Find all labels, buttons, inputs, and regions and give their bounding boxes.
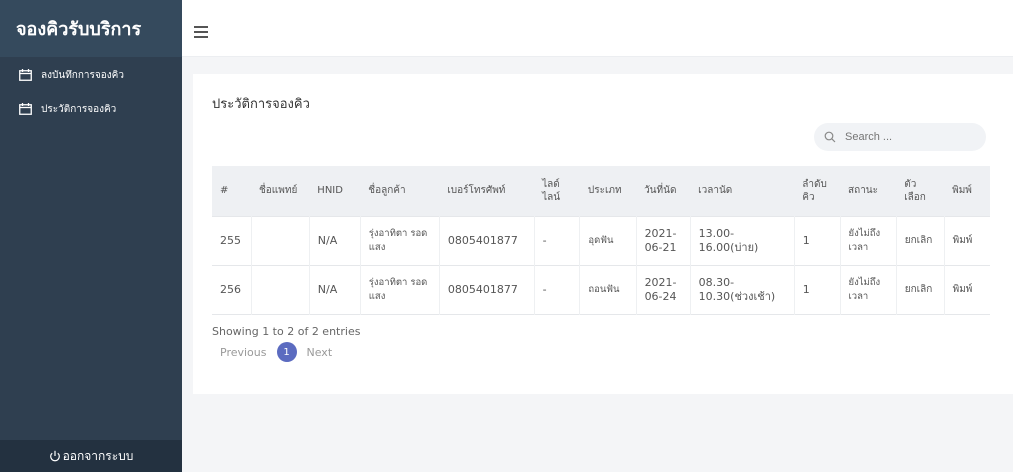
app-brand[interactable]: จองคิวรับบริการ [0, 0, 182, 57]
cell-time: 13.00-16.00(บ่าย) [690, 216, 795, 265]
sidebar-item-queue-history[interactable]: ประวัติการจองคิว [0, 97, 182, 121]
column-header[interactable]: เบอร์โทรศัพท์ [439, 166, 534, 216]
topbar [182, 0, 1013, 57]
column-header[interactable]: ลำดับคิว [794, 166, 840, 216]
search-input[interactable] [843, 130, 977, 144]
cell-doctor [251, 216, 310, 265]
cell-phone: 0805401877 [439, 265, 535, 314]
pagination: Previous 1 Next [220, 342, 332, 362]
cell-type: อุดฟัน [579, 216, 637, 265]
page-1-button[interactable]: 1 [276, 342, 297, 362]
logout-button[interactable]: ออกจากระบบ [0, 440, 182, 472]
cell-phone: 0805401877 [439, 216, 535, 265]
column-header[interactable]: HNID [309, 166, 360, 216]
cell-type: ถอนฟัน [579, 265, 637, 314]
power-icon [49, 450, 60, 462]
cancel-button[interactable]: ยกเลิก [896, 216, 945, 265]
print-button[interactable]: พิมพ์ [944, 216, 990, 265]
sidebar-item-book-queue[interactable]: ลงบันทึกการจองคิว [0, 63, 182, 87]
calendar-icon [19, 103, 32, 115]
hamburger-icon[interactable] [194, 26, 208, 38]
cell-line: - [534, 265, 581, 314]
cell-status: ยังไม่ถึงเวลา [840, 216, 897, 265]
cell-hnid: N/A [309, 216, 361, 265]
cell-doctor [251, 265, 310, 314]
cell-status: ยังไม่ถึงเวลา [840, 265, 897, 314]
column-header[interactable]: ชื่อลูกค้า [360, 166, 439, 216]
column-header[interactable]: ประเภท [580, 166, 636, 216]
cell-date: 2021-06-21 [636, 216, 691, 265]
search-box[interactable] [814, 123, 986, 151]
search-icon [824, 131, 836, 143]
table-header-row: # ชื่อแพทย์ HNID ชื่อลูกค้า เบอร์โทรศัพท… [212, 166, 990, 216]
cell-customer: รุ่งอาทิตา รอดแสง [360, 216, 440, 265]
sidebar-item-label: ลงบันทึกการจองคิว [41, 69, 124, 81]
column-header[interactable]: ตัวเลือก [896, 166, 944, 216]
column-header[interactable]: ชื่อแพทย์ [251, 166, 309, 216]
cell-customer: รุ่งอาทิตา รอดแสง [360, 265, 440, 314]
table-info: Showing 1 to 2 of 2 entries [212, 325, 361, 338]
booking-history-table: # ชื่อแพทย์ HNID ชื่อลูกค้า เบอร์โทรศัพท… [212, 166, 990, 315]
column-header[interactable]: เวลานัด [690, 166, 794, 216]
cancel-button[interactable]: ยกเลิก [896, 265, 945, 314]
column-header[interactable]: สถานะ [840, 166, 896, 216]
page-title: ประวัติการจองคิว [212, 97, 310, 112]
next-button[interactable]: Next [307, 346, 333, 359]
cell-time: 08.30-10.30(ช่วงเช้า) [690, 265, 795, 314]
column-header[interactable]: วันที่นัด [636, 166, 690, 216]
cell-hnid: N/A [309, 265, 361, 314]
table-row: 255 N/A รุ่งอาทิตา รอดแสง 0805401877 - อ… [212, 216, 990, 265]
column-header[interactable]: ไลด์ไลน์ [534, 166, 580, 216]
content-card: ประวัติการจองคิว # ชื่อแพทย์ HNID ชื่อลู… [193, 74, 1013, 394]
print-button[interactable]: พิมพ์ [944, 265, 990, 314]
column-header[interactable]: # [212, 166, 251, 216]
table-row: 256 N/A รุ่งอาทิตา รอดแสง 0805401877 - ถ… [212, 265, 990, 314]
cell-line: - [534, 216, 581, 265]
cell-queue: 1 [794, 216, 841, 265]
sidebar: จองคิวรับบริการ ลงบันทึกการจองคิว ประวัต… [0, 0, 182, 472]
column-header[interactable]: พิมพ์ [944, 166, 990, 216]
sidebar-item-label: ประวัติการจองคิว [41, 103, 117, 115]
cell-queue: 1 [794, 265, 841, 314]
cell-no: 255 [212, 216, 252, 265]
cell-date: 2021-06-24 [636, 265, 691, 314]
logout-label: ออกจากระบบ [62, 448, 134, 463]
calendar-icon [19, 69, 32, 81]
previous-button[interactable]: Previous [220, 346, 267, 359]
cell-no: 256 [212, 265, 252, 314]
